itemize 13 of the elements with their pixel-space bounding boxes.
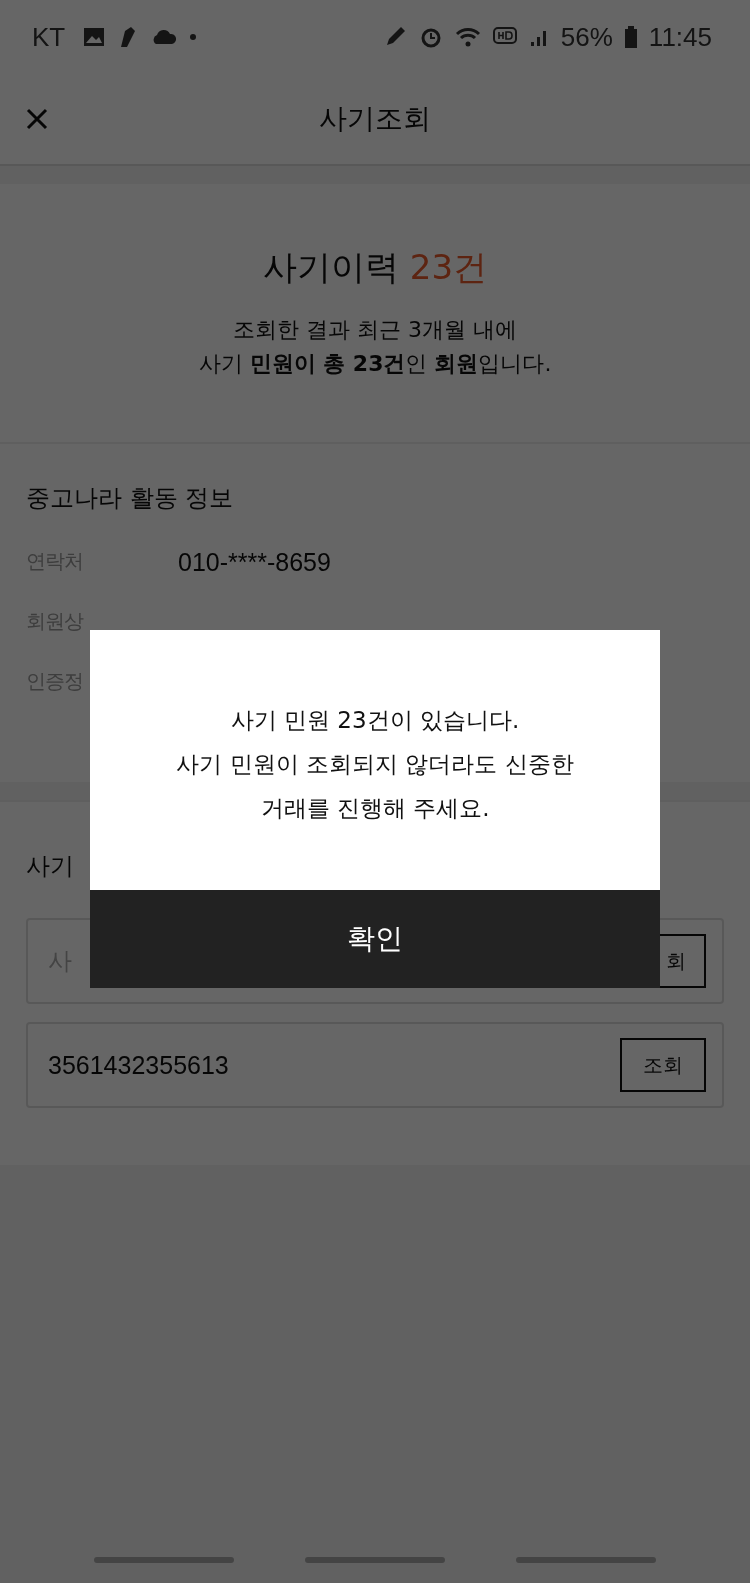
dialog-message: 사기 민원이 조회되지 않더라도 신중한 bbox=[176, 750, 574, 779]
dialog-message: 거래를 진행해 주세요. bbox=[260, 794, 490, 823]
info-value: 010-****-8659 bbox=[178, 548, 331, 577]
clock-time: 11:45 bbox=[648, 21, 712, 53]
dialog-message: 사기 민원 23건이 있습니다. bbox=[230, 706, 520, 735]
carrier-name: KT bbox=[32, 21, 66, 53]
page-title: 사기조회 bbox=[319, 101, 431, 137]
battery-percent: 56% bbox=[560, 21, 613, 53]
section-title: 중고나라 활동 정보 bbox=[26, 483, 235, 514]
section-title: 사기 bbox=[26, 851, 75, 882]
result-description: 조회한 결과 최근 3개월 내에 bbox=[233, 316, 517, 344]
result-description: 사기 민원이 총 23건인 회원입니다. bbox=[198, 350, 552, 378]
fraud-history-title: 사기이력 23건 bbox=[262, 246, 488, 289]
